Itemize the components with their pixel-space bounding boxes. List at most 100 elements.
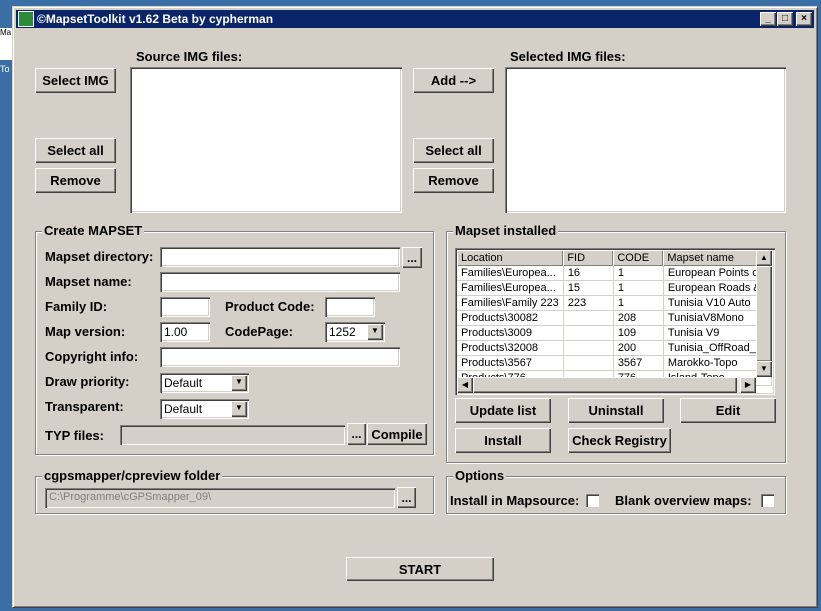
install-button[interactable]: Install <box>455 428 551 453</box>
table-row[interactable]: Families\Europea... 15 1 European Roads & I <box>457 280 772 296</box>
vertical-scrollbar[interactable]: ▲ ▼ <box>756 250 772 377</box>
source-img-list[interactable] <box>130 67 402 213</box>
title-bar[interactable]: ©MapsetToolkit v1.62 Beta by cypherman _… <box>16 10 814 28</box>
cgpsmapper-path-value: C:\Programme\cGPSmapper_09\ <box>49 491 212 503</box>
add-button[interactable]: Add --> <box>413 68 494 93</box>
table-cell: Families\Europea... <box>457 266 564 281</box>
table-row[interactable]: Products\3009 109 Tunisia V9 <box>457 325 772 341</box>
copyright-value <box>160 347 400 353</box>
table-cell: Products\3567 <box>457 355 564 371</box>
table-cell: 16 <box>563 266 614 281</box>
table-cell: 109 <box>613 325 664 341</box>
close-button[interactable]: × <box>796 12 812 26</box>
check-registry-button[interactable]: Check Registry <box>568 428 671 453</box>
install-mapsource-label: Install in Mapsource: <box>450 493 580 508</box>
cgpsmapper-path-field[interactable]: C:\Programme\cGPSmapper_09\ <box>45 488 395 508</box>
codepage-label: CodePage: <box>225 324 293 339</box>
transparent-label: Transparent: <box>45 399 124 414</box>
map-version-value: 1.00 <box>164 325 188 339</box>
blank-overview-checkbox[interactable] <box>761 494 774 507</box>
draw-priority-label: Draw priority: <box>45 374 130 389</box>
table-cell: Products\32008 <box>457 340 564 356</box>
product-code-value <box>325 297 375 303</box>
typ-browse-button[interactable]: ... <box>347 423 366 445</box>
create-mapset-title: Create MAPSET <box>42 223 145 238</box>
installed-mapset-listview[interactable]: Location FID CODE Mapset name Families\Euro… <box>455 248 775 395</box>
table-cell <box>563 355 614 371</box>
desktop-shortcut-label: To <box>0 64 12 76</box>
transparent-dropdown-icon[interactable]: ▼ <box>231 401 247 417</box>
vertical-scroll-thumb[interactable] <box>756 266 772 362</box>
mapset-installed-title: Mapset installed <box>453 223 559 238</box>
mapset-name-field[interactable] <box>160 272 400 292</box>
typ-files-value <box>120 425 345 431</box>
typ-files-field[interactable] <box>120 425 345 445</box>
mapset-directory-field[interactable] <box>160 247 400 267</box>
mapset-directory-value <box>160 247 400 253</box>
main-window: ©MapsetToolkit v1.62 Beta by cypherman _… <box>12 6 818 608</box>
start-button[interactable]: START <box>346 557 494 581</box>
column-header-fid[interactable]: FID <box>563 250 614 266</box>
copyright-field[interactable] <box>160 347 400 367</box>
table-row[interactable]: Products\3567 3567 Marokko-Topo <box>457 355 772 371</box>
scroll-down-icon[interactable]: ▼ <box>756 361 772 377</box>
table-cell: 200 <box>613 340 664 356</box>
edit-button[interactable]: Edit <box>680 398 776 423</box>
column-header-code[interactable]: CODE <box>613 250 664 266</box>
table-row[interactable]: Products\32008 200 Tunisia_OffRoad_V <box>457 340 772 356</box>
selected-select-all-button[interactable]: Select all <box>413 138 494 163</box>
update-list-button[interactable]: Update list <box>455 398 551 423</box>
horizontal-scrollbar[interactable]: ◀ ▶ <box>457 377 756 393</box>
table-cell <box>563 325 614 341</box>
codepage-select[interactable]: 1252 ▼ <box>325 322 385 342</box>
map-version-label: Map version: <box>45 324 126 339</box>
cgpsmapper-browse-button[interactable]: ... <box>397 487 416 508</box>
scroll-right-icon[interactable]: ▶ <box>740 377 756 393</box>
cgpsmapper-folder-title: cgpsmapper/cpreview folder <box>42 468 223 483</box>
installed-mapset-table: Location FID CODE Mapset name Families\Euro… <box>457 250 772 386</box>
table-cell <box>563 310 614 326</box>
table-cell: 1 <box>613 266 664 281</box>
table-cell: 1 <box>613 280 664 296</box>
selected-img-list[interactable] <box>505 67 786 213</box>
uninstall-button[interactable]: Uninstall <box>568 398 664 423</box>
source-remove-button[interactable]: Remove <box>35 168 116 193</box>
scroll-up-icon[interactable]: ▲ <box>756 250 772 266</box>
transparent-select[interactable]: Default ▼ <box>160 399 249 419</box>
scroll-left-icon[interactable]: ◀ <box>457 377 473 393</box>
table-row[interactable]: Families\Family 223 223 1 Tunisia V10 Auto <box>457 295 772 311</box>
table-cell: 208 <box>613 310 664 326</box>
table-cell: 15 <box>563 280 614 296</box>
family-id-field[interactable] <box>160 297 210 317</box>
table-cell: Products\30082 <box>457 310 564 326</box>
mapset-name-label: Mapset name: <box>45 274 132 289</box>
table-cell: 223 <box>563 295 614 311</box>
horizontal-scroll-thumb[interactable] <box>473 377 737 393</box>
mapset-directory-browse-button[interactable]: ... <box>402 247 422 268</box>
selected-remove-button[interactable]: Remove <box>413 168 494 193</box>
compile-button[interactable]: Compile <box>367 423 427 445</box>
table-row[interactable]: Families\Europea... 16 1 European Points of <box>457 266 772 281</box>
column-header-location[interactable]: Location <box>457 250 564 266</box>
install-mapsource-checkbox[interactable] <box>586 494 599 507</box>
draw-priority-dropdown-icon[interactable]: ▼ <box>231 375 247 391</box>
product-code-label: Product Code: <box>225 299 315 314</box>
desktop-shortcut-icon[interactable]: Ma <box>0 28 12 60</box>
product-code-field[interactable] <box>325 297 375 317</box>
table-cell: Families\Family 223 <box>457 295 564 311</box>
table-header-row: Location FID CODE Mapset name <box>457 250 772 266</box>
table-cell: 3567 <box>613 355 664 371</box>
select-img-button[interactable]: Select IMG <box>35 68 116 93</box>
minimize-button[interactable]: _ <box>760 12 776 26</box>
table-cell: Families\Europea... <box>457 280 564 296</box>
options-title: Options <box>453 468 507 483</box>
source-select-all-button[interactable]: Select all <box>35 138 116 163</box>
family-id-value <box>160 297 210 303</box>
table-row[interactable]: Products\30082 208 TunisiaV8Mono <box>457 310 772 326</box>
map-version-field[interactable]: 1.00 <box>160 322 210 342</box>
app-icon <box>18 11 34 27</box>
draw-priority-select[interactable]: Default ▼ <box>160 373 249 393</box>
codepage-dropdown-icon[interactable]: ▼ <box>367 324 383 340</box>
selected-img-title: Selected IMG files: <box>510 49 626 64</box>
maximize-button[interactable]: □ <box>777 12 793 26</box>
